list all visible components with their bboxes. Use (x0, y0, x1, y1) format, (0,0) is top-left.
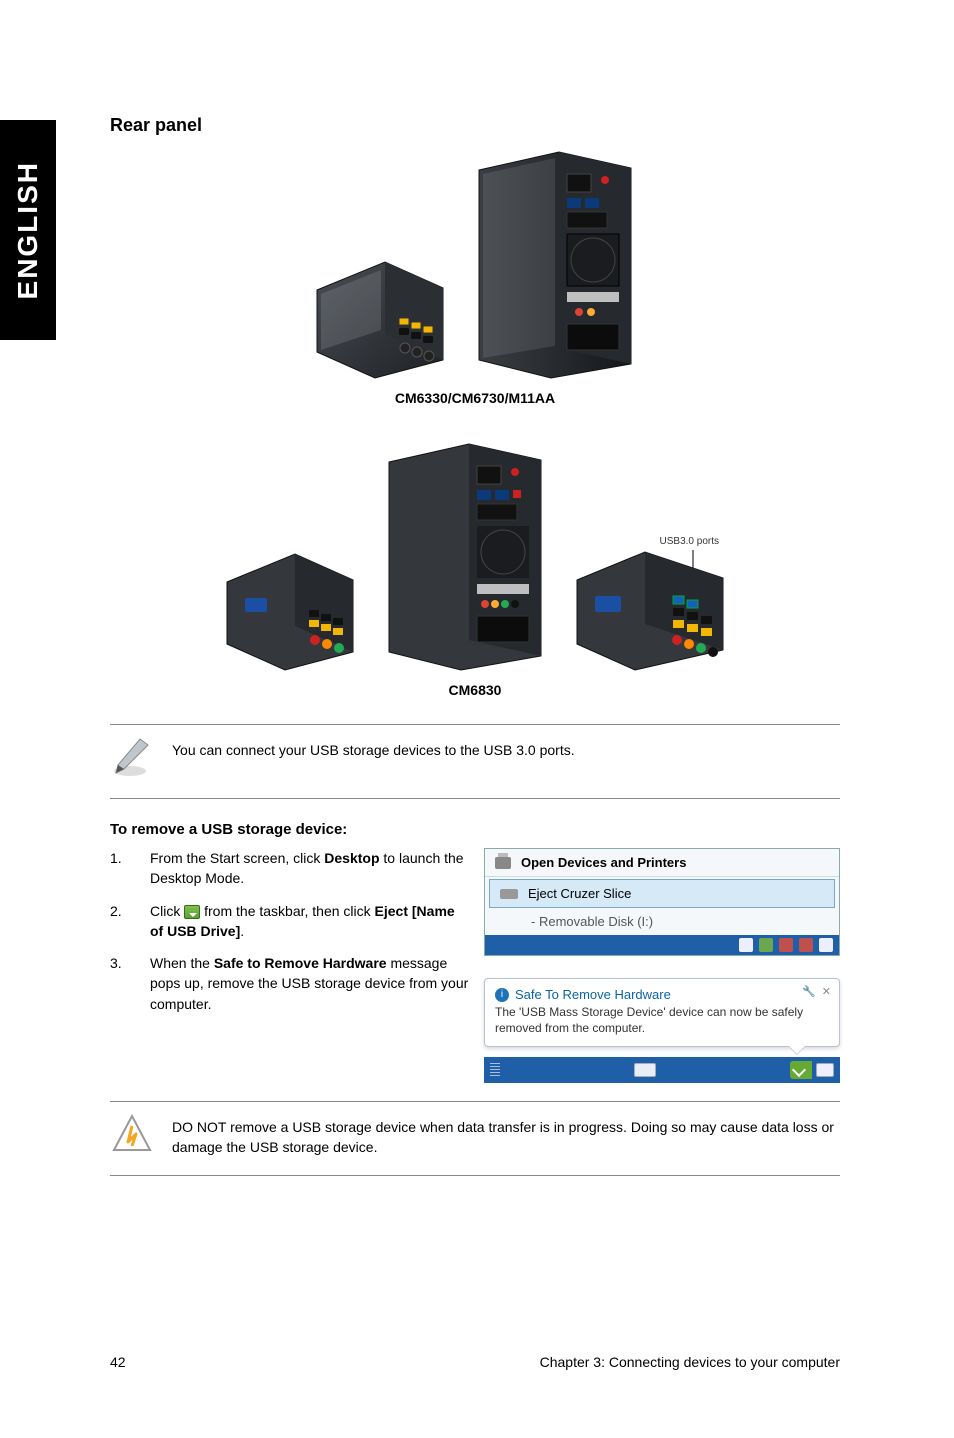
balloon-close[interactable]: 🔧 ✕ (802, 985, 831, 998)
step-3-bold: Safe to Remove Hardware (214, 955, 387, 971)
caption-row-2: CM6830 (110, 682, 840, 698)
step-3: 3. When the Safe to Remove Hardware mess… (110, 953, 470, 1014)
taskbar-2 (484, 1057, 840, 1083)
step-3-num: 3. (110, 953, 128, 1014)
tray-icon (819, 938, 833, 952)
step-2-post: . (240, 923, 244, 939)
figure-row-1 (110, 150, 840, 380)
eject-drive-item[interactable]: Eject Cruzer Slice (489, 879, 835, 908)
remove-usb-heading: To remove a USB storage device: (110, 821, 840, 838)
tray-icon (799, 938, 813, 952)
chapter-title: Chapter 3: Connecting devices to your co… (540, 1354, 840, 1370)
rear-panel-closeup-3: USB3.0 ports (575, 542, 725, 672)
taskbar-safely-remove-icon[interactable] (790, 1061, 812, 1079)
open-devices-label: Open Devices and Printers (521, 855, 686, 870)
tray-icon (739, 938, 753, 952)
rear-panel-closeup-1 (315, 260, 445, 380)
note-usb-connect: You can connect your USB storage devices… (110, 724, 840, 799)
removable-disk-label: Removable Disk (I:) (485, 910, 839, 935)
tray-icon (779, 938, 793, 952)
drive-icon (500, 889, 518, 899)
step-2-mid: from the taskbar, then click (200, 903, 374, 919)
tray-icon (759, 938, 773, 952)
note-warning: DO NOT remove a USB storage device when … (110, 1101, 840, 1176)
page-content: Rear panel (110, 115, 840, 1176)
step-2-pre: Click (150, 903, 184, 919)
taskbar-grip-icon (490, 1063, 500, 1077)
taskbar-keyboard-icon (634, 1063, 656, 1077)
page-footer: 42 Chapter 3: Connecting devices to your… (110, 1354, 840, 1370)
eject-context-menu: Open Devices and Printers Eject Cruzer S… (484, 848, 840, 956)
step-1: 1. From the Start screen, click Desktop … (110, 848, 470, 889)
figure-row-2: USB3.0 ports (110, 442, 840, 672)
language-tab-text: ENGLISH (12, 161, 44, 299)
balloon-wrench-icon: 🔧 (802, 985, 816, 998)
step-2-num: 2. (110, 901, 128, 942)
step-1-pre: From the Start screen, click (150, 850, 324, 866)
balloon-message: The 'USB Mass Storage Device' device can… (495, 1005, 829, 1036)
eject-drive-label: Eject Cruzer Slice (528, 886, 631, 901)
taskbar-flag-icon (816, 1063, 834, 1077)
note-usb-connect-text: You can connect your USB storage devices… (172, 735, 575, 761)
safe-remove-notification: 🔧 ✕ i Safe To Remove Hardware The 'USB M… (484, 978, 840, 1083)
note-warning-text: DO NOT remove a USB storage device when … (172, 1112, 840, 1157)
pencil-note-icon (110, 735, 154, 784)
rear-panel-tower-1 (475, 150, 635, 380)
rear-panel-closeup-2 (225, 552, 355, 672)
step-1-num: 1. (110, 848, 128, 889)
step-1-bold: Desktop (324, 850, 379, 866)
language-tab: ENGLISH (0, 120, 56, 340)
rear-panel-tower-2 (385, 442, 545, 672)
taskbar-tray-1 (485, 935, 839, 955)
step-3-pre: When the (150, 955, 214, 971)
warning-icon (110, 1112, 154, 1161)
open-devices-item[interactable]: Open Devices and Printers (485, 849, 839, 877)
page-number: 42 (110, 1354, 126, 1370)
devices-printers-icon (495, 857, 511, 869)
safely-remove-tray-icon (184, 905, 200, 919)
caption-row-1: CM6330/CM6730/M11AA (110, 390, 840, 406)
info-icon: i (495, 988, 509, 1002)
step-2: 2. Click from the taskbar, then click Ej… (110, 901, 470, 942)
balloon-title: Safe To Remove Hardware (515, 987, 671, 1002)
usb3-label: USB3.0 ports (660, 536, 719, 547)
rear-panel-heading: Rear panel (110, 115, 840, 136)
balloon-close-icon: ✕ (822, 985, 831, 998)
